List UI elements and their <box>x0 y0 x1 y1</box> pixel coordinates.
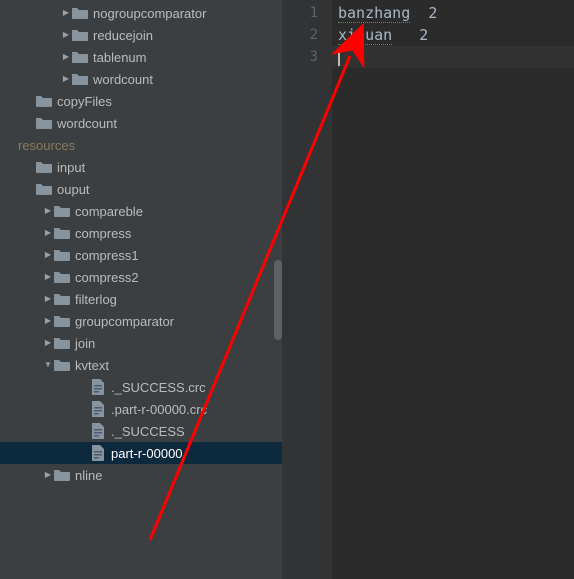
project-tree[interactable]: ▶nogroupcomparator▶reducejoin▶tablenum▶w… <box>0 0 282 579</box>
tree-item-label: join <box>75 336 95 351</box>
tree-item-part-r-00000[interactable]: ▶part-r-00000 <box>0 442 282 464</box>
tree-item--part-r-00000-crc[interactable]: ▶.part-r-00000.crc <box>0 398 282 420</box>
code-line: xihuan 2 <box>338 24 574 46</box>
tree-scrollbar[interactable] <box>274 260 282 340</box>
code-count: 2 <box>419 26 428 44</box>
tree-item-label: tablenum <box>93 50 146 65</box>
file-icon <box>90 401 106 417</box>
tree-item-wordcount[interactable]: ▶wordcount <box>0 112 282 134</box>
editor-gutter: 123 <box>282 0 332 579</box>
folder-icon <box>54 291 70 307</box>
tree-item-label: compress1 <box>75 248 139 263</box>
code-word: banzhang <box>338 4 410 23</box>
tree-item-label: resources <box>18 138 75 153</box>
tree-item-label: compress2 <box>75 270 139 285</box>
tree-item-groupcomparator[interactable]: ▶ groupcomparator <box>0 310 282 332</box>
folder-icon <box>72 27 88 43</box>
folder-icon <box>54 313 70 329</box>
chevron-right-icon[interactable]: ▶ <box>42 337 54 349</box>
caret <box>338 48 340 66</box>
tree-item-compress2[interactable]: ▶ compress2 <box>0 266 282 288</box>
tree-item-nogroupcomparator[interactable]: ▶ nogroupcomparator <box>0 2 282 24</box>
folder-icon <box>72 71 88 87</box>
tree-item-tablenum[interactable]: ▶ tablenum <box>0 46 282 68</box>
chevron-down-icon[interactable]: ▼ <box>42 359 54 371</box>
gutter-line-number: 1 <box>282 2 318 24</box>
tree-item-input[interactable]: ▶input <box>0 156 282 178</box>
tree-item-label: nline <box>75 468 102 483</box>
tree-item-label: input <box>57 160 85 175</box>
folder-icon <box>54 247 70 263</box>
code-line-empty <box>338 46 574 68</box>
chevron-right-icon[interactable]: ▶ <box>60 7 72 19</box>
folder-icon <box>36 93 52 109</box>
tree-item-compress1[interactable]: ▶ compress1 <box>0 244 282 266</box>
tree-item-label: compress <box>75 226 131 241</box>
tree-item-wordcount[interactable]: ▶ wordcount <box>0 68 282 90</box>
file-icon <box>90 379 106 395</box>
tree-item-label: kvtext <box>75 358 109 373</box>
tree-item-label: wordcount <box>57 116 117 131</box>
file-icon <box>90 423 106 439</box>
editor-code[interactable]: banzhang 2xihuan 2 <box>332 0 574 579</box>
tree-item-label: wordcount <box>93 72 153 87</box>
chevron-right-icon[interactable]: ▶ <box>42 249 54 261</box>
tree-item-label: ouput <box>57 182 90 197</box>
chevron-right-icon[interactable]: ▶ <box>42 469 54 481</box>
tree-item-resources[interactable]: ▶resources <box>0 134 282 156</box>
folder-icon <box>36 159 52 175</box>
tree-item-compareble[interactable]: ▶ compareble <box>0 200 282 222</box>
tree-item-kvtext[interactable]: ▼ kvtext <box>0 354 282 376</box>
folder-icon <box>54 203 70 219</box>
chevron-right-icon[interactable]: ▶ <box>60 29 72 41</box>
tree-item-label: filterlog <box>75 292 117 307</box>
gutter-line-number: 2 <box>282 24 318 46</box>
code-word: xihuan <box>338 26 392 45</box>
chevron-right-icon[interactable]: ▶ <box>60 51 72 63</box>
folder-icon <box>36 181 52 197</box>
folder-icon <box>54 335 70 351</box>
folder-icon <box>72 49 88 65</box>
tree-item-label: nogroupcomparator <box>93 6 206 21</box>
tree-item-label: .part-r-00000.crc <box>111 402 207 417</box>
tree-item-label: part-r-00000 <box>111 446 183 461</box>
code-count: 2 <box>428 4 437 22</box>
chevron-right-icon[interactable]: ▶ <box>42 271 54 283</box>
tree-item--SUCCESS-crc[interactable]: ▶._SUCCESS.crc <box>0 376 282 398</box>
tree-item--SUCCESS[interactable]: ▶._SUCCESS <box>0 420 282 442</box>
tree-item-label: ._SUCCESS <box>111 424 185 439</box>
folder-icon <box>54 269 70 285</box>
tree-item-reducejoin[interactable]: ▶ reducejoin <box>0 24 282 46</box>
editor-pane: 123 banzhang 2xihuan 2 <box>282 0 574 579</box>
gutter-line-number: 3 <box>282 46 318 68</box>
folder-icon <box>54 225 70 241</box>
tree-item-filterlog[interactable]: ▶ filterlog <box>0 288 282 310</box>
file-icon <box>90 445 106 461</box>
tree-item-label: compareble <box>75 204 143 219</box>
chevron-right-icon[interactable]: ▶ <box>60 73 72 85</box>
tree-item-compress[interactable]: ▶ compress <box>0 222 282 244</box>
tree-item-label: groupcomparator <box>75 314 174 329</box>
folder-icon <box>36 115 52 131</box>
chevron-right-icon[interactable]: ▶ <box>42 205 54 217</box>
tree-item-label: ._SUCCESS.crc <box>111 380 206 395</box>
tree-item-nline[interactable]: ▶ nline <box>0 464 282 486</box>
chevron-right-icon[interactable]: ▶ <box>42 227 54 239</box>
tree-item-copyFiles[interactable]: ▶copyFiles <box>0 90 282 112</box>
folder-icon <box>54 467 70 483</box>
tree-item-label: reducejoin <box>93 28 153 43</box>
chevron-right-icon[interactable]: ▶ <box>42 293 54 305</box>
folder-icon <box>54 357 70 373</box>
code-line: banzhang 2 <box>338 2 574 24</box>
chevron-right-icon[interactable]: ▶ <box>42 315 54 327</box>
tree-item-ouput[interactable]: ▶ouput <box>0 178 282 200</box>
folder-icon <box>72 5 88 21</box>
tree-item-join[interactable]: ▶ join <box>0 332 282 354</box>
tree-item-label: copyFiles <box>57 94 112 109</box>
